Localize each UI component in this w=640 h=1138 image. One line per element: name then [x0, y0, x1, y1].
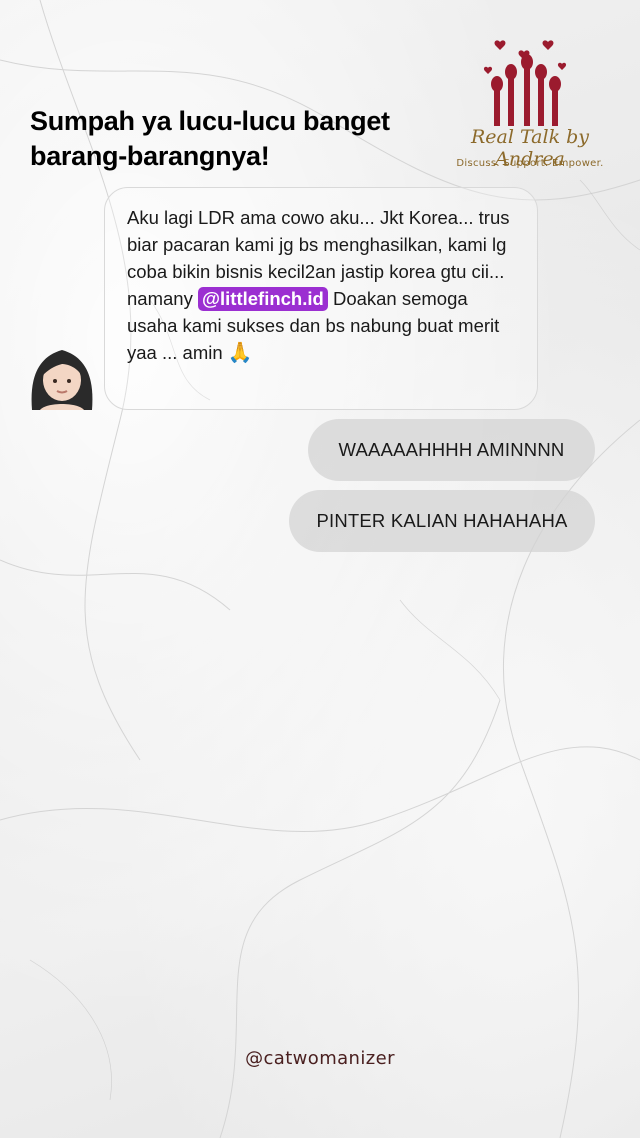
reply-bubble: PINTER KALIAN HAHAHAHA — [289, 490, 595, 552]
title-line-2: barang-barangnya! — [30, 141, 270, 171]
mention-tag[interactable]: @littlefinch.id — [197, 287, 328, 311]
incoming-message-bubble: Aku lagi LDR ama cowo aku... Jkt Korea..… — [104, 187, 538, 410]
brand-logo: Real Talk by Andrea Discuss. Support. Em… — [440, 38, 620, 178]
reply-bubble: WAAAAAHHHH AMINNNN — [308, 419, 595, 481]
raised-hands-hearts-icon — [483, 40, 567, 126]
page-title: Sumpah ya lucu-lucu banget barang-barang… — [30, 104, 440, 174]
title-line-1: Sumpah ya lucu-lucu banget — [30, 106, 390, 136]
folded-hands-icon: 🙏 — [227, 342, 253, 364]
brand-tagline: Discuss. Support. Empower. — [456, 158, 604, 169]
author-credit[interactable]: @catwomanizer — [0, 1048, 640, 1069]
reply-text: PINTER KALIAN HAHAHAHA — [316, 510, 568, 531]
reply-text: WAAAAAHHHH AMINNNN — [338, 439, 565, 460]
woman-avatar-icon — [31, 350, 93, 410]
